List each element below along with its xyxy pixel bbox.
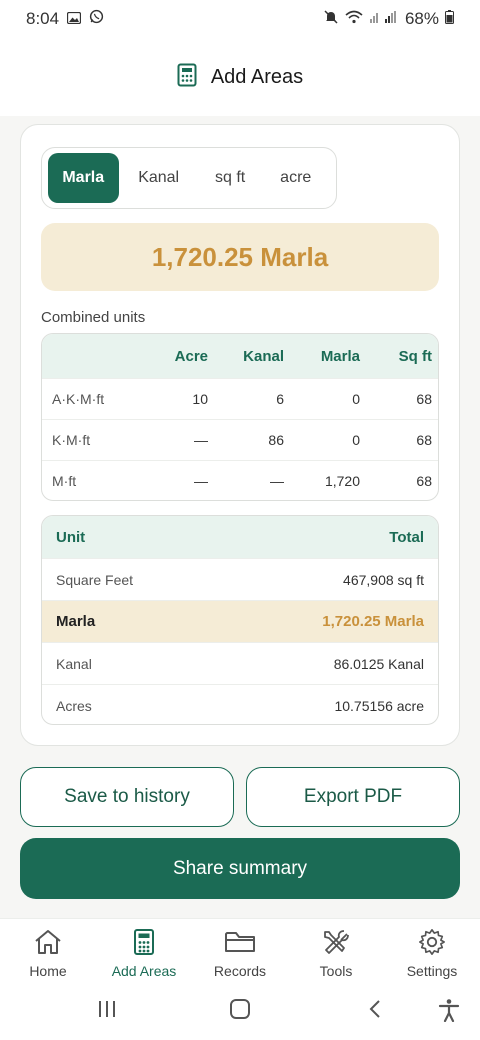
table-header: Unit Total xyxy=(42,516,438,558)
gallery-icon xyxy=(66,9,82,29)
folder-icon xyxy=(224,928,256,959)
wifi-icon xyxy=(345,9,363,29)
recent-apps-icon[interactable] xyxy=(96,998,118,1025)
app-bar: Add Areas xyxy=(0,38,480,116)
table-cell: 86 xyxy=(268,432,284,448)
page-title: Add Areas xyxy=(210,65,304,88)
total-cell: 10.75156 acre xyxy=(334,697,424,714)
nav-item-tools[interactable]: Tools xyxy=(288,919,384,988)
nav-label: Add Areas xyxy=(111,963,177,979)
system-nav-bar xyxy=(0,988,480,1040)
battery-percent: 68% xyxy=(404,9,439,28)
accessibility-icon[interactable] xyxy=(438,998,460,1027)
header-cell: Acre xyxy=(174,347,208,365)
combined-units-label: Combined units xyxy=(41,309,146,326)
table-cell: — xyxy=(194,432,208,448)
table-cell: 68 xyxy=(416,432,432,448)
total-cell: 86.0125 Kanal xyxy=(333,655,424,672)
table-row: Square Feet 467,908 sq ft xyxy=(42,558,438,600)
status-bar: 8:04 68% xyxy=(0,0,480,38)
table-row: Kanal 86.0125 Kanal xyxy=(42,642,438,684)
home-button-icon[interactable] xyxy=(229,998,251,1025)
table-row: Acres 10.75156 acre xyxy=(42,684,438,724)
table-cell: 68 xyxy=(416,391,432,407)
gear-icon xyxy=(417,928,447,959)
unit-cell: Square Feet xyxy=(56,571,134,588)
unit-selector: Marla Kanal sq ft acre xyxy=(41,147,337,209)
save-to-history-button[interactable]: Save to history xyxy=(20,767,234,827)
header-cell: Unit xyxy=(56,528,86,546)
nav-item-add-areas[interactable]: Add Areas xyxy=(96,919,192,988)
table-row-highlighted: Marla 1,720.25 Marla xyxy=(42,600,438,642)
table-header: Acre Kanal Marla Sq ft xyxy=(42,334,438,378)
signal-icon xyxy=(369,9,399,29)
nav-label: Home xyxy=(29,963,67,979)
unit-tab-sqft[interactable]: sq ft xyxy=(199,153,262,203)
battery-icon xyxy=(445,9,454,29)
nav-label: Records xyxy=(213,963,267,979)
table-cell: A·K·M·ft xyxy=(52,391,105,407)
table-cell: M·ft xyxy=(52,473,77,489)
share-summary-button[interactable]: Share summary xyxy=(20,838,460,899)
mute-icon xyxy=(323,9,339,30)
tools-icon xyxy=(320,928,352,959)
nav-label: Settings xyxy=(406,963,458,979)
nav-item-records[interactable]: Records xyxy=(192,919,288,988)
table-cell: 6 xyxy=(276,391,284,407)
combined-units-table: Acre Kanal Marla Sq ft A·K·M·ft 10 6 0 6… xyxy=(41,333,439,501)
table-cell: 10 xyxy=(192,391,208,407)
table-cell: 0 xyxy=(352,432,360,448)
table-cell: — xyxy=(270,473,284,489)
nav-item-home[interactable]: Home xyxy=(0,919,96,988)
unit-cell: Acres xyxy=(56,697,92,714)
header-cell: Kanal xyxy=(243,347,284,365)
back-icon[interactable] xyxy=(365,998,385,1025)
home-icon xyxy=(33,928,63,959)
table-cell: K·M·ft xyxy=(52,432,91,448)
summary-card: Marla Kanal sq ft acre 1,720.25 Marla Co… xyxy=(20,124,460,746)
unit-cell: Kanal xyxy=(56,655,92,672)
header-cell: Sq ft xyxy=(398,347,432,365)
calculator-icon xyxy=(133,928,155,959)
whatsapp-icon xyxy=(89,9,104,29)
table-row: K·M·ft — 86 0 68 xyxy=(42,419,438,460)
nav-label: Tools xyxy=(319,963,353,979)
bottom-nav: Home Add Areas Records Tools Settings xyxy=(0,918,480,988)
table-cell: — xyxy=(194,473,208,489)
header-cell: Total xyxy=(389,528,424,546)
totals-table: Unit Total Square Feet 467,908 sq ft Mar… xyxy=(41,515,439,725)
status-time: 8:04 xyxy=(26,9,60,28)
table-row: M·ft — — 1,720 68 xyxy=(42,460,438,500)
total-cell: 467,908 sq ft xyxy=(343,571,424,588)
table-cell: 1,720 xyxy=(324,473,360,489)
nav-item-settings[interactable]: Settings xyxy=(384,919,480,988)
table-cell: 68 xyxy=(416,473,432,489)
unit-cell: Marla xyxy=(56,613,96,630)
unit-tab-marla[interactable]: Marla xyxy=(48,153,119,203)
unit-tab-acre[interactable]: acre xyxy=(261,153,330,203)
header-cell: Marla xyxy=(320,347,360,365)
unit-tab-kanal[interactable]: Kanal xyxy=(119,153,199,203)
result-total: 1,720.25 Marla xyxy=(41,223,439,291)
total-cell: 1,720.25 Marla xyxy=(322,613,424,630)
export-pdf-button[interactable]: Export PDF xyxy=(246,767,460,827)
table-cell: 0 xyxy=(352,391,360,407)
calculator-icon xyxy=(177,63,197,92)
table-row: A·K·M·ft 10 6 0 68 xyxy=(42,378,438,419)
